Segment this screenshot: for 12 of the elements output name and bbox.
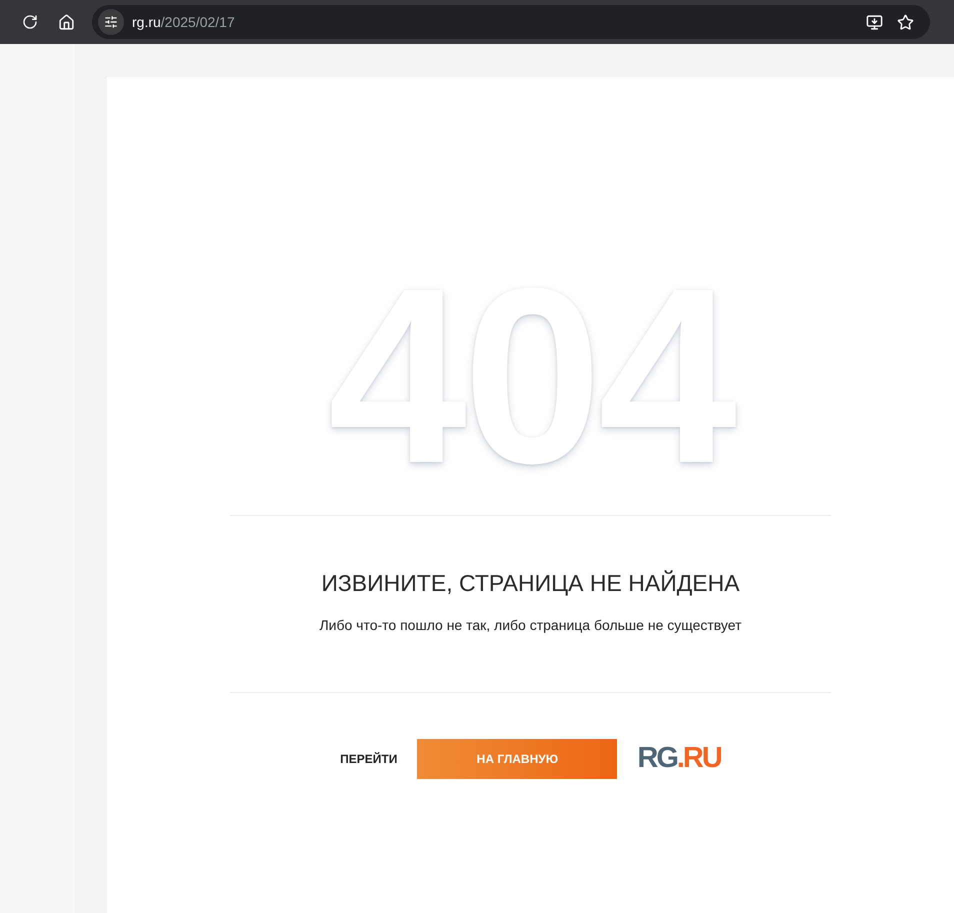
site-settings-icon[interactable] [98,9,124,35]
url-text: rg.ru/2025/02/17 [132,12,235,32]
install-app-icon[interactable] [866,14,883,30]
go-label: ПЕРЕЙТИ [340,750,398,768]
star-icon[interactable] [897,14,914,30]
home-icon[interactable] [58,14,74,30]
error-message: Либо что-то пошло не так, либо страница больше не существует [319,616,742,635]
logo[interactable]: RG.RU [637,744,721,773]
address-bar[interactable]: rg.ru/2025/02/17 [92,5,930,39]
error-title: ИЗВИНИТЕ, СТРАНИЦА НЕ НАЙДЕНА [321,569,740,598]
reload-icon[interactable] [22,14,38,30]
error-code: 404 [314,237,748,515]
